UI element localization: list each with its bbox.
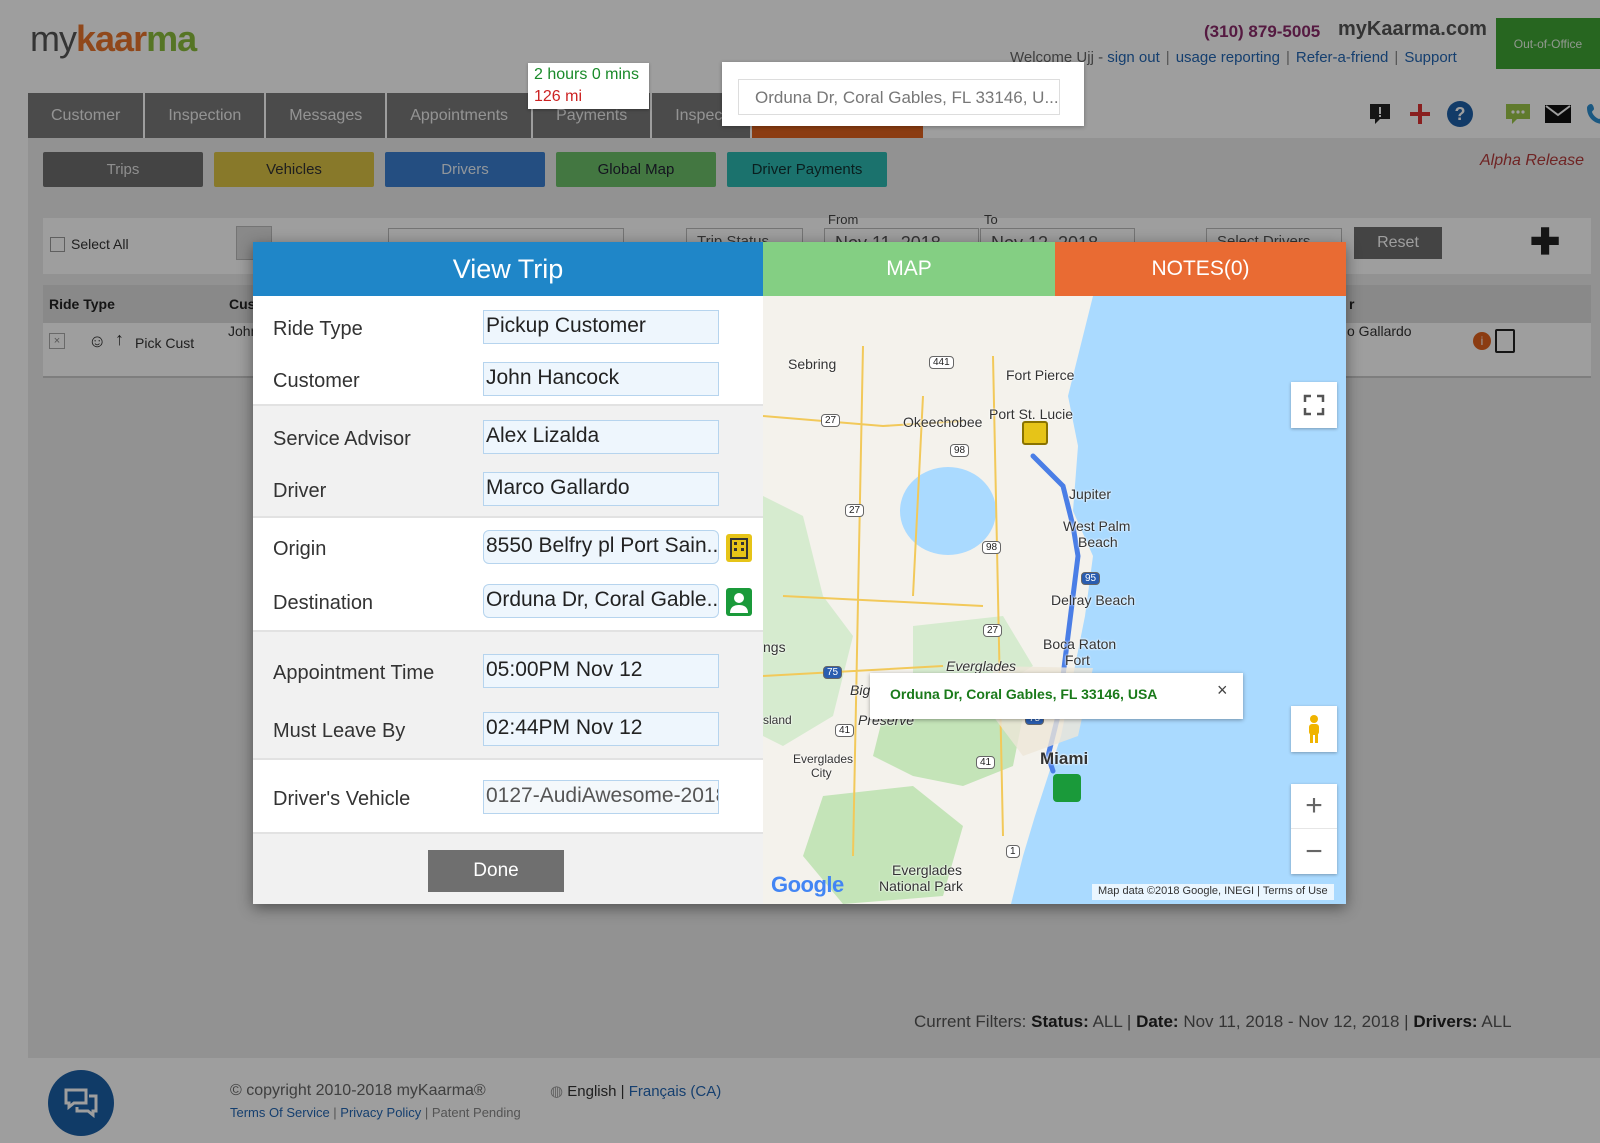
street-view-button[interactable] bbox=[1291, 706, 1337, 752]
route-shield: 1 bbox=[1006, 845, 1020, 858]
route-shield: 41 bbox=[835, 724, 855, 737]
route-summary: 2 hours 0 mins 126 mi bbox=[528, 63, 649, 109]
ride-type-label: Ride Type bbox=[273, 318, 363, 340]
place-delray-beach: Delray Beach bbox=[1051, 592, 1136, 608]
tab-notes[interactable]: NOTES(0) bbox=[1055, 242, 1346, 296]
customer-value[interactable]: John Hancock bbox=[483, 362, 719, 396]
place-everglades-city-2: City bbox=[811, 766, 832, 780]
route-shield: 98 bbox=[950, 444, 970, 457]
place-port-st-lucie: Port St. Lucie bbox=[989, 406, 1074, 422]
fullscreen-icon bbox=[1303, 394, 1325, 416]
place-boca-raton: Boca Raton bbox=[1043, 636, 1117, 652]
route-shield: 27 bbox=[983, 624, 1003, 637]
modal-tabs: View Trip MAP NOTES(0) bbox=[253, 242, 1346, 296]
destination-label: Destination bbox=[273, 592, 374, 614]
place-west-palm: West Palm bbox=[1063, 518, 1131, 534]
field-driver: Driver Marco Gallardo bbox=[253, 470, 763, 510]
place-fort-pierce: Fort Pierce bbox=[1006, 367, 1075, 383]
map-info-window: Orduna Dr, Coral Gables, FL 33146, USA bbox=[870, 673, 1243, 719]
must-leave-by-label: Must Leave By bbox=[273, 720, 406, 742]
place-everglades: Everglades bbox=[946, 658, 1017, 674]
route-shield: 27 bbox=[845, 504, 865, 517]
google-logo: Google bbox=[771, 872, 844, 898]
origin-marker-icon[interactable] bbox=[1022, 421, 1048, 445]
route-distance: 126 mi bbox=[534, 88, 583, 105]
service-advisor-label: Service Advisor bbox=[273, 428, 411, 450]
place-sebring: Sebring bbox=[788, 356, 837, 372]
section-times: Appointment Time 05:00PM Nov 12 Must Leav… bbox=[253, 632, 763, 760]
field-destination: Destination Orduna Dr, Coral Gable... bbox=[253, 582, 763, 622]
section-vehicle: Driver's Vehicle 0127-AudiAwesome-2018 bbox=[253, 760, 763, 834]
customer-label: Customer bbox=[273, 370, 360, 392]
route-duration: 2 hours 0 mins bbox=[534, 66, 639, 83]
route-map[interactable]: Sebring Fort Pierce Okeechobee Port St. … bbox=[763, 296, 1346, 904]
place-ngs: ngs bbox=[763, 639, 786, 655]
section-customer: Ride Type Pickup Customer Customer John Ha… bbox=[253, 296, 763, 406]
map-data-credit: Map data ©2018 Google, INEGI bbox=[1098, 885, 1255, 897]
destination-marker-icon[interactable] bbox=[1053, 774, 1081, 802]
place-sland: sland bbox=[763, 713, 792, 727]
place-big: Big bbox=[850, 682, 871, 698]
appointment-time-value[interactable]: 05:00PM Nov 12 bbox=[483, 654, 719, 688]
field-drivers-vehicle: Driver's Vehicle 0127-AudiAwesome-2018 bbox=[253, 778, 763, 818]
fullscreen-button[interactable] bbox=[1291, 382, 1337, 428]
appointment-time-label: Appointment Time bbox=[273, 662, 435, 684]
tab-map[interactable]: MAP bbox=[763, 242, 1055, 296]
place-everglades-np-2: National Park bbox=[879, 878, 964, 894]
section-staff: Service Advisor Alex Lizalda Driver Marco … bbox=[253, 406, 763, 518]
route-shield: 441 bbox=[929, 356, 954, 369]
route-shield: 98 bbox=[982, 541, 1002, 554]
field-must-leave-by: Must Leave By 02:44PM Nov 12 bbox=[253, 710, 763, 750]
route-shield: 27 bbox=[821, 414, 841, 427]
done-button[interactable]: Done bbox=[428, 850, 564, 892]
zoom-in-button[interactable]: + bbox=[1291, 784, 1337, 829]
destination-value[interactable]: Orduna Dr, Coral Gable... bbox=[483, 584, 719, 618]
place-beach: Beach bbox=[1078, 534, 1118, 550]
field-service-advisor: Service Advisor Alex Lizalda bbox=[253, 418, 763, 458]
dealership-building-icon bbox=[726, 534, 752, 562]
field-origin: Origin 8550 Belfry pl Port Sain... bbox=[253, 528, 763, 568]
place-everglades-np-1: Everglades bbox=[892, 862, 963, 878]
route-shield: 95 bbox=[1081, 572, 1101, 585]
drivers-vehicle-value[interactable]: 0127-AudiAwesome-2018 bbox=[483, 780, 719, 814]
must-leave-by-value[interactable]: 02:44PM Nov 12 bbox=[483, 712, 719, 746]
google-logo-text: Google bbox=[771, 872, 844, 897]
route-shield: 75 bbox=[823, 666, 843, 679]
place-everglades-city-1: Everglades bbox=[793, 752, 854, 766]
route-shield: 41 bbox=[976, 756, 996, 769]
customer-person-icon bbox=[726, 588, 752, 616]
origin-value[interactable]: 8550 Belfry pl Port Sain... bbox=[483, 530, 719, 564]
drivers-vehicle-label: Driver's Vehicle bbox=[273, 788, 411, 810]
field-customer: Customer John Hancock bbox=[253, 360, 763, 400]
section-locations: Origin 8550 Belfry pl Port Sain... Destin… bbox=[253, 518, 763, 632]
driver-value[interactable]: Marco Gallardo bbox=[483, 472, 719, 506]
pegman-icon bbox=[1309, 715, 1319, 743]
info-window-close-icon[interactable]: × bbox=[1217, 680, 1228, 701]
place-miami: Miami bbox=[1040, 749, 1089, 768]
tab-view-trip[interactable]: View Trip bbox=[253, 242, 763, 296]
origin-label: Origin bbox=[273, 538, 327, 560]
map-attribution: Map data ©2018 Google, INEGI | Terms of … bbox=[1092, 884, 1334, 900]
view-trip-modal: View Trip MAP NOTES(0) Ride Type Pickup C… bbox=[253, 242, 1346, 904]
map-terms-link[interactable]: Terms of Use bbox=[1263, 885, 1328, 897]
service-advisor-value[interactable]: Alex Lizalda bbox=[483, 420, 719, 454]
map-search-input[interactable]: Orduna Dr, Coral Gables, FL 33146, U... bbox=[738, 79, 1060, 115]
field-appointment-time: Appointment Time 05:00PM Nov 12 bbox=[253, 652, 763, 692]
field-ride-type: Ride Type Pickup Customer bbox=[253, 308, 763, 348]
place-jupiter: Jupiter bbox=[1069, 486, 1112, 502]
place-fort: Fort bbox=[1065, 652, 1090, 668]
ride-type-value[interactable]: Pickup Customer bbox=[483, 310, 719, 344]
zoom-out-button[interactable]: − bbox=[1291, 829, 1337, 874]
driver-label: Driver bbox=[273, 480, 327, 502]
place-okeechobee: Okeechobee bbox=[903, 414, 983, 430]
zoom-controls: + − bbox=[1291, 784, 1337, 874]
trip-details-form: Ride Type Pickup Customer Customer John Ha… bbox=[253, 296, 763, 904]
